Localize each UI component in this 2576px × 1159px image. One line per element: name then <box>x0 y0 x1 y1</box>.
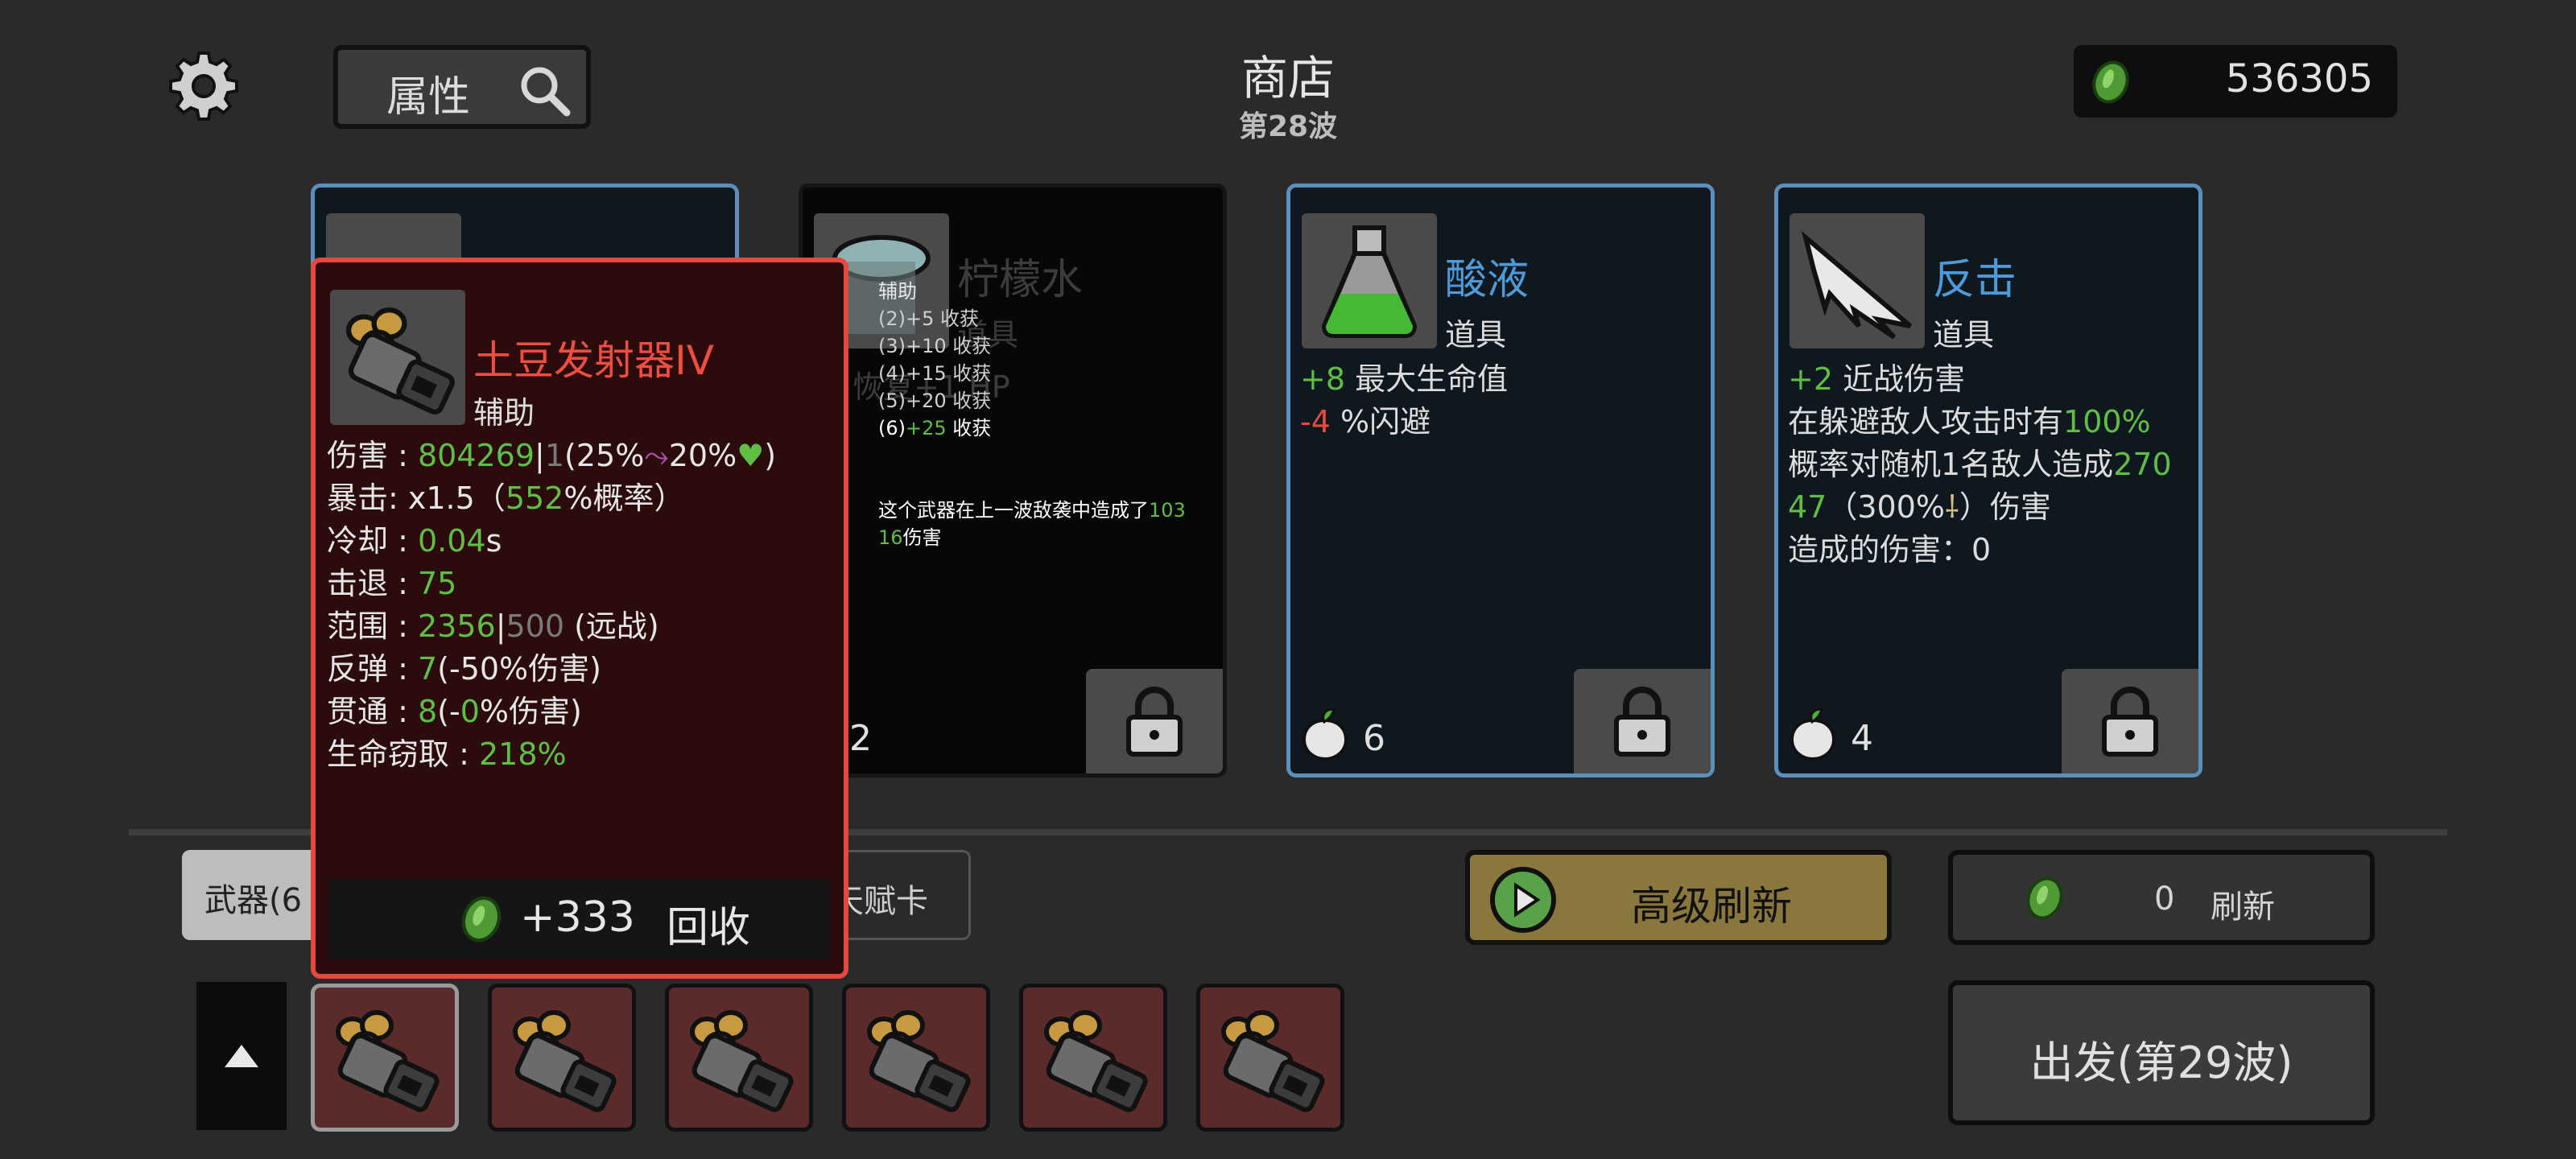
weapon-slot[interactable] <box>842 984 990 1132</box>
set-bonus-line: (4)+15 收获 <box>878 362 992 385</box>
potato-launcher-icon <box>1044 1010 1148 1112</box>
stat-range: 范围 : 2356|500 (远战) <box>327 608 659 644</box>
ranged-damage-icon: ⤳ <box>644 438 669 473</box>
hp-heart-icon: ♥ <box>737 438 765 473</box>
start-wave-label: 出发(第29波) <box>2029 1037 2293 1088</box>
weapon-class: 辅助 <box>473 395 535 431</box>
set-bonus-line: (5)+20 收获 <box>878 390 992 412</box>
weapon-slot[interactable] <box>665 984 813 1132</box>
recycle-label: 回收 <box>667 904 751 952</box>
item-count: 6 <box>1363 718 1385 759</box>
play-icon <box>1490 867 1556 933</box>
counterattack-icon <box>1790 213 1925 349</box>
refresh-cost: 0 <box>2154 881 2175 918</box>
advanced-refresh-label: 高级刷新 <box>1631 883 1792 930</box>
stat-pierce: 贯通 : 8(-0%伤害) <box>327 694 582 729</box>
acid-flask-icon <box>1302 213 1437 349</box>
lock-button[interactable] <box>1086 669 1223 773</box>
stat-line: -4 %闪避 <box>1300 404 1431 439</box>
start-next-wave-button[interactable]: 出发(第29波) <box>1948 980 2375 1125</box>
dagger-icon: ⸸ <box>1945 489 1959 525</box>
currency-amount: 536305 <box>2225 56 2373 101</box>
stat-bounce: 反弹 : 7(-50%伤害) <box>327 651 601 687</box>
potato-launcher-icon <box>330 290 465 425</box>
potato-launcher-icon <box>513 1010 617 1112</box>
lock-button[interactable] <box>1574 669 1711 773</box>
set-bonus-active-line: (6)+25 收获 <box>878 417 992 439</box>
weapon-slot[interactable] <box>488 984 636 1132</box>
coin-icon <box>461 896 502 942</box>
refresh-label: 刷新 <box>2211 889 2275 926</box>
expand-inventory-button[interactable] <box>196 982 287 1130</box>
tier-fruit-icon <box>1302 707 1348 761</box>
stat-damage: 伤害 : 804269|1(25%⤳20%♥) <box>327 438 777 473</box>
refresh-button[interactable]: 0 刷新 <box>1948 850 2375 945</box>
set-bonus-title: 辅助 <box>878 280 917 303</box>
coin-icon <box>2026 876 2063 920</box>
stat-line: +2 近战伤害 <box>1788 361 1966 397</box>
recycle-amount: +333 <box>520 893 635 942</box>
advanced-refresh-button[interactable]: 高级刷新 <box>1465 850 1892 945</box>
weapon-slot[interactable] <box>1019 984 1167 1132</box>
lock-button[interactable] <box>2062 669 2198 773</box>
lock-icon <box>1614 687 1670 757</box>
lock-icon <box>1126 687 1183 757</box>
item-count: 2 <box>849 718 872 759</box>
shop-card-counterattack[interactable]: 反击 道具 +2 近战伤害 在躲避敌人攻击时有100% 概率对随机1名敌人造成2… <box>1774 184 2202 777</box>
stat-lifesteal: 生命窃取 : 218% <box>327 736 567 772</box>
item-description: +2 近战伤害 在躲避敌人攻击时有100% 概率对随机1名敌人造成270 47（… <box>1788 358 2186 571</box>
recycle-button[interactable]: +333 回收 <box>328 879 831 959</box>
shop-card-acid[interactable]: 酸液 道具 +8 最大生命值 -4 %闪避 6 <box>1286 184 1715 777</box>
item-name: 反击 <box>1933 256 2017 304</box>
lock-icon <box>2102 687 2158 757</box>
stat-line: 概率对随机1名敌人造成270 <box>1788 447 2172 482</box>
weapon-slot[interactable] <box>1196 984 1344 1132</box>
tier-fruit-icon <box>1790 707 1836 761</box>
set-bonus-popup: 辅助 (2)+5 收获 (3)+10 收获 (4)+15 收获 (5)+20 收… <box>878 278 1224 551</box>
stat-crit: 暴击: x1.5（552%概率） <box>327 481 685 516</box>
shop-card-lemonade[interactable]: 柠檬水 道具 用 恢复+1 HP 辅助 (2)+5 收获 (3)+10 收获 (… <box>799 184 1227 777</box>
item-name: 酸液 <box>1445 256 1530 304</box>
set-bonus-line: (3)+10 收获 <box>878 335 992 357</box>
potato-launcher-icon <box>867 1010 971 1112</box>
item-type: 道具 <box>1445 317 1507 353</box>
search-label: 属性 <box>386 73 471 122</box>
page-title: 商店 <box>1241 51 1335 105</box>
up-arrow-icon <box>225 1045 258 1067</box>
potato-launcher-icon <box>1221 1010 1325 1112</box>
coin-icon <box>2092 60 2129 104</box>
stat-knockback: 击退 : 75 <box>327 566 457 601</box>
weapon-slot[interactable] <box>311 984 459 1132</box>
weapon-name: 土豆发射器IV <box>473 337 714 384</box>
potato-launcher-icon <box>336 1010 440 1112</box>
potato-launcher-icon <box>690 1010 794 1112</box>
item-description: +8 最大生命值 -4 %闪避 <box>1300 358 1698 443</box>
attribute-search-button[interactable]: 属性 <box>333 45 591 129</box>
stat-line: 47（300%⸸）伤害 <box>1788 489 2051 525</box>
settings-gear-icon[interactable] <box>167 50 240 122</box>
search-icon <box>521 67 571 117</box>
last-wave-damage: 这个武器在上一波敌袭中造成了103 16伤害 <box>878 499 1186 549</box>
wave-indicator: 第28波 <box>1238 110 1338 143</box>
set-bonus-line: (2)+5 收获 <box>878 307 980 330</box>
weapon-stats: 伤害 : 804269|1(25%⤳20%♥) 暴击: x1.5（552%概率）… <box>327 435 836 776</box>
stat-line: 在躲避敌人攻击时有100% <box>1788 404 2151 439</box>
weapon-tooltip: 土豆发射器IV 辅助 伤害 : 804269|1(25%⤳20%♥) 暴击: x… <box>311 258 848 979</box>
stat-cooldown: 冷却 : 0.04s <box>327 523 502 559</box>
item-count: 4 <box>1851 718 1873 759</box>
currency-display: 536305 <box>2074 45 2397 118</box>
stat-line: 造成的伤害：0 <box>1788 532 1992 567</box>
stat-line: +8 最大生命值 <box>1300 361 1509 397</box>
item-type: 道具 <box>1933 317 1995 353</box>
